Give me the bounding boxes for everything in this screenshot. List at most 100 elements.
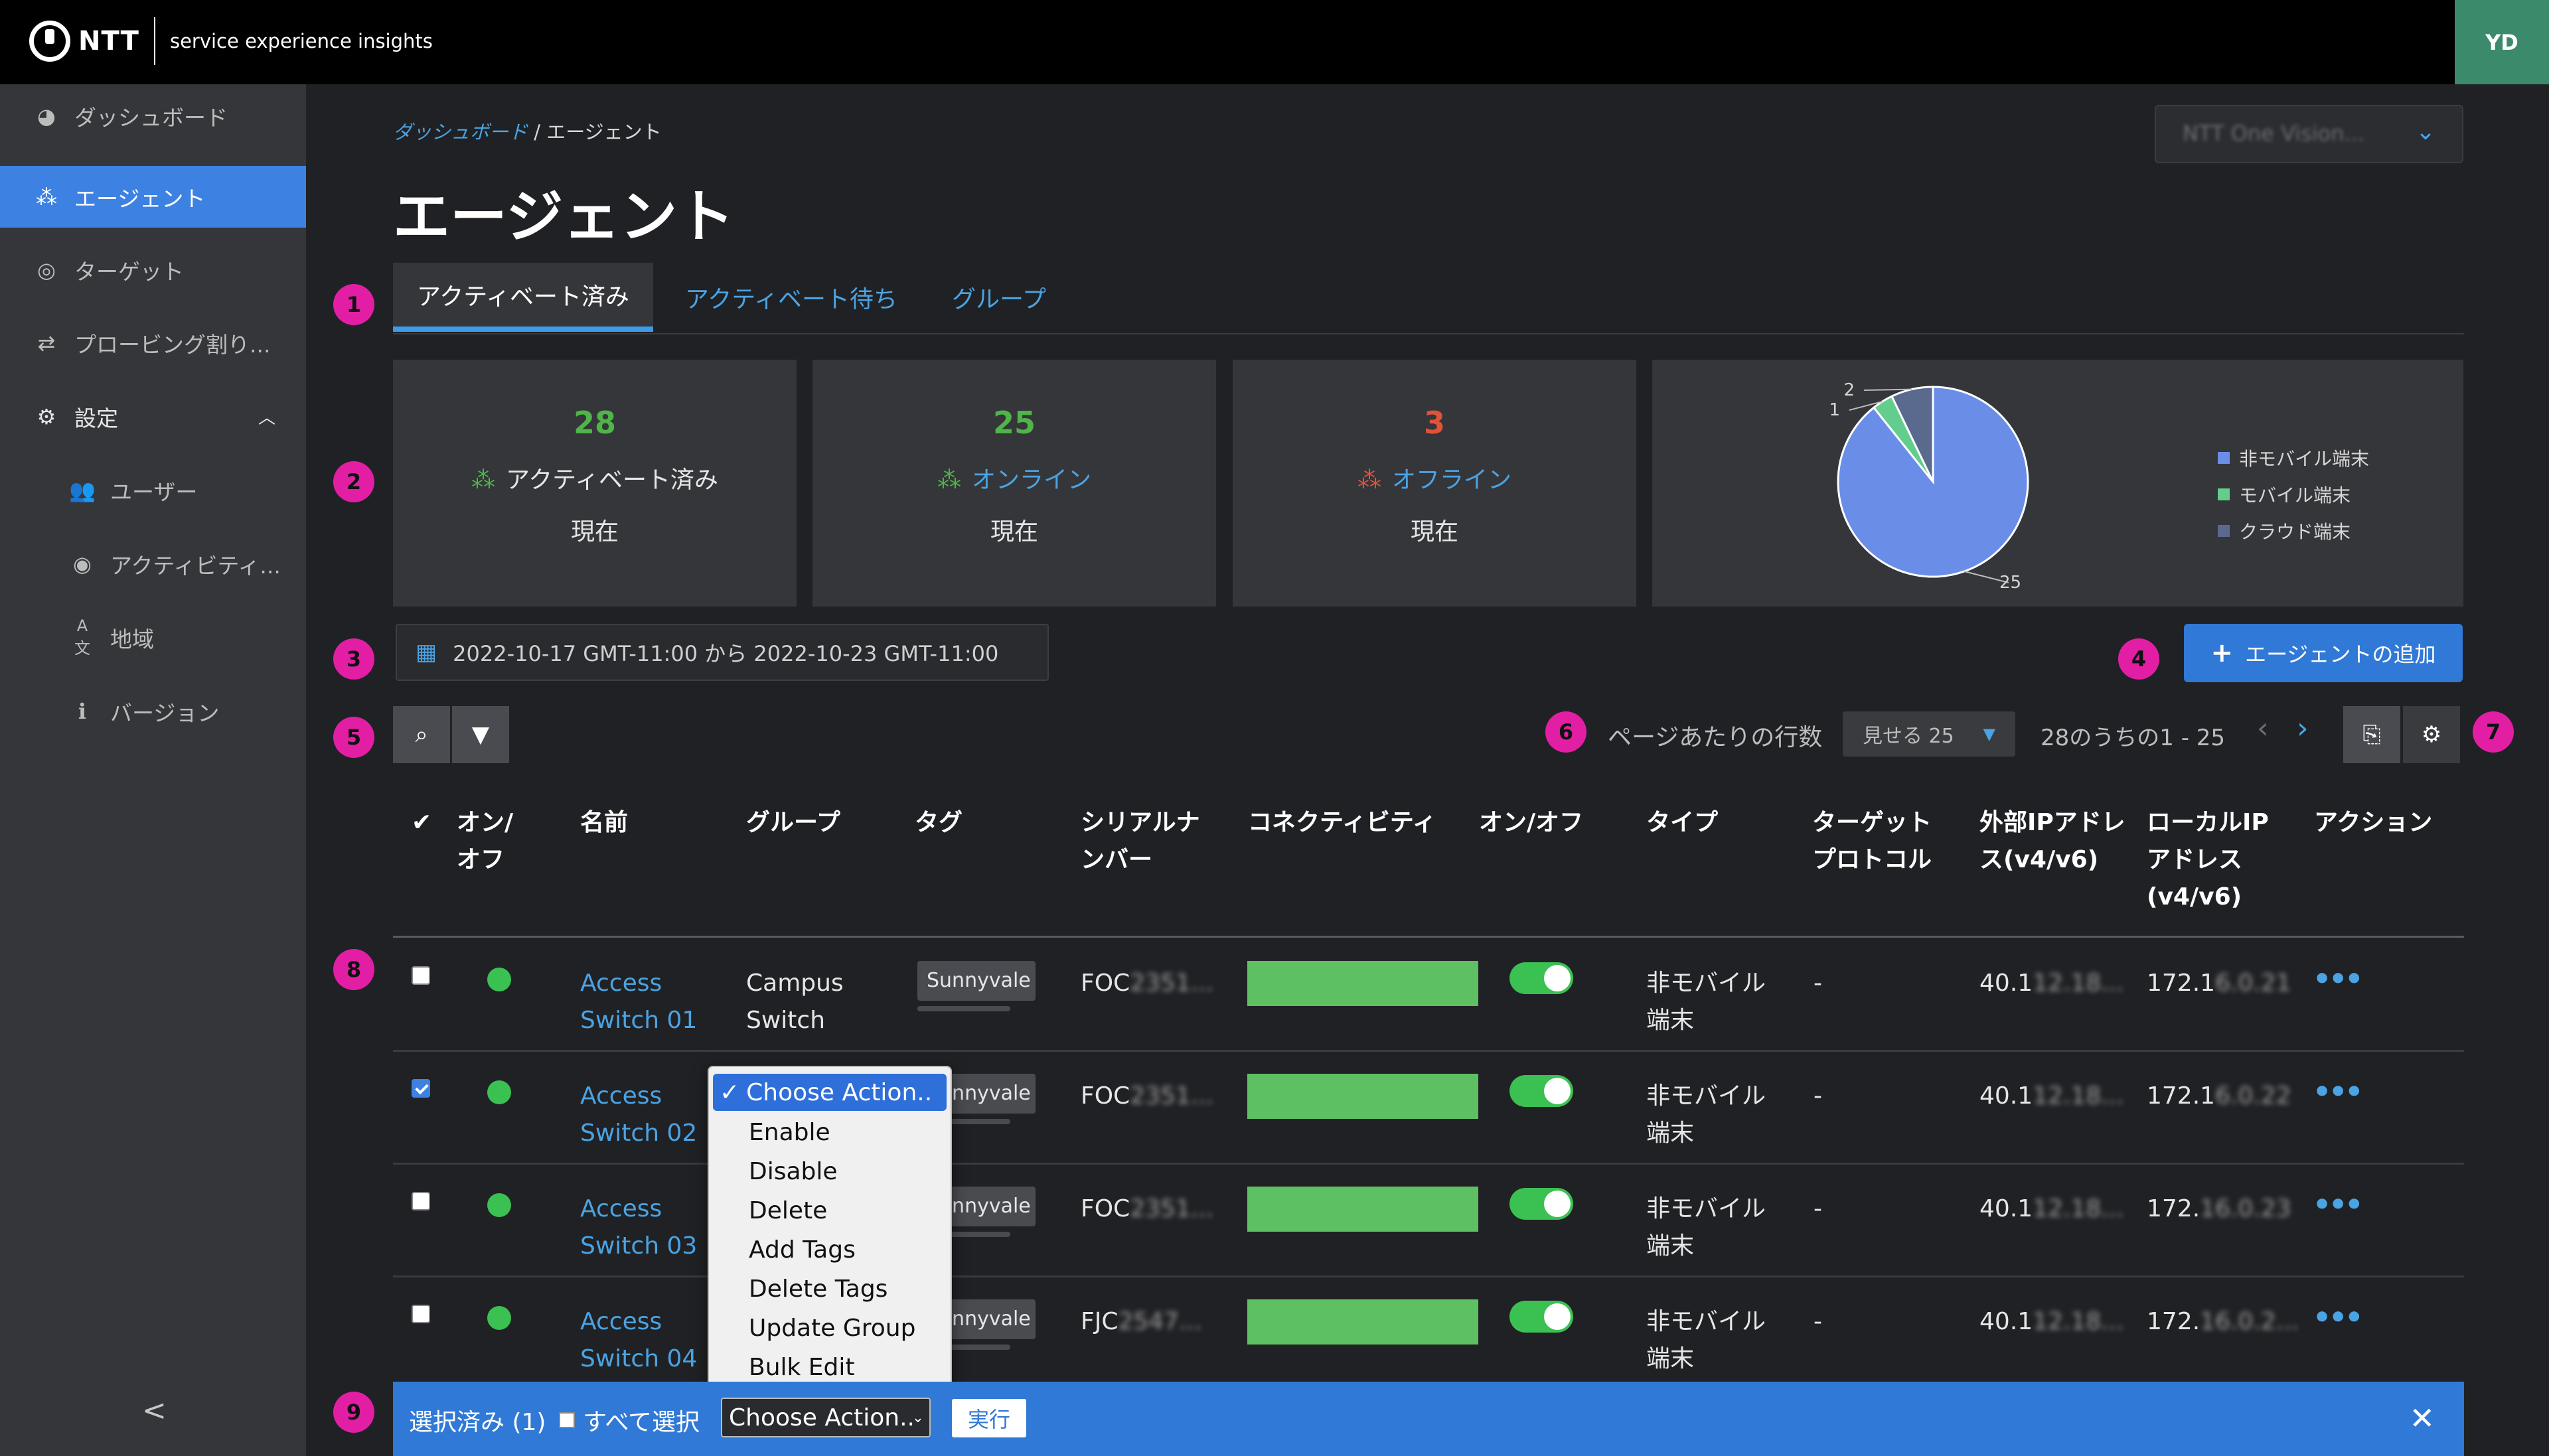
previous-page-button[interactable]: ‹ <box>2257 711 2269 745</box>
bulk-action-bar: 選択済み (1) すべて選択 Choose Action.. ⌄ 実行 ✕ <box>393 1382 2464 1456</box>
dropdown-option-update-group[interactable]: Update Group <box>713 1309 947 1347</box>
swap-arrows-icon: ⇄ <box>37 330 56 356</box>
sidebar-item-activity[interactable]: ◉ アクティビティ... <box>0 533 306 595</box>
more-actions-icon[interactable]: ••• <box>2313 962 2363 996</box>
online-label[interactable]: ⁂ オンライン <box>812 461 1216 495</box>
agent-name-link[interactable]: Access Switch 02 <box>580 1078 697 1152</box>
execute-button[interactable]: 実行 <box>952 1399 1026 1437</box>
more-actions-icon[interactable]: ••• <box>2313 1188 2363 1222</box>
tab-activated[interactable]: アクティベート済み <box>393 263 654 332</box>
agent-name-link[interactable]: Access Switch 04 <box>580 1303 697 1378</box>
ip-redacted: 16.0.23 <box>2200 1195 2291 1222</box>
sidebar-item-region[interactable]: A文 地域 <box>0 607 306 668</box>
sidebar-item-version[interactable]: ℹ バージョン <box>0 680 306 742</box>
dropdown-option-add-tags[interactable]: Add Tags <box>713 1231 947 1268</box>
header-actions: アクション <box>2314 809 2433 836</box>
more-actions-icon[interactable]: ••• <box>2313 1301 2363 1335</box>
breadcrumb-dashboard-link[interactable]: ダッシュボード <box>393 121 528 143</box>
rows-per-page-select[interactable]: 見せる 25 ▼ <box>1843 711 2015 757</box>
legend-item-cloud: クラウド端末 <box>2218 518 2351 544</box>
header-group[interactable]: グループ <box>746 804 840 841</box>
card-sub-text: 現在 <box>990 518 1038 546</box>
sidebar-item-dashboard[interactable]: ◕ ダッシュボード <box>0 85 306 147</box>
eye-icon: ◉ <box>73 551 92 577</box>
close-icon[interactable]: ✕ <box>2409 1400 2435 1436</box>
enable-toggle[interactable] <box>1509 1188 1573 1220</box>
tag-badge[interactable]: Sunnyvale L <box>917 961 1036 1001</box>
offline-label[interactable]: ⁂ オフライン <box>1233 461 1636 495</box>
sidebar-item-probing[interactable]: ⇄ プロービング割り... <box>0 312 306 374</box>
online-status-icon <box>487 1193 511 1217</box>
export-excel-button[interactable]: ⎘ <box>2343 706 2400 763</box>
group-line: Campus <box>746 970 844 997</box>
organization-select[interactable]: NTT One Vision... ⌄ <box>2155 105 2463 163</box>
dropdown-option-delete[interactable]: Delete <box>713 1192 947 1229</box>
ntt-logo[interactable]: NTT service experience insights <box>29 15 433 68</box>
agent-network-icon: ⁂ <box>471 467 495 494</box>
bulk-action-select[interactable]: Choose Action.. ⌄ <box>721 1398 931 1437</box>
enable-toggle[interactable] <box>1509 1301 1573 1333</box>
pie-data-label: 25 <box>1999 573 2021 593</box>
legend-item-mobile: モバイル端末 <box>2218 481 2351 508</box>
row-checkbox[interactable] <box>412 966 430 985</box>
card-sub-text: 現在 <box>570 518 619 546</box>
callout-marker: 7 <box>2473 711 2514 753</box>
agent-name-line: Switch 04 <box>580 1345 698 1372</box>
filter-button[interactable]: ▼ <box>452 706 509 763</box>
search-icon: ⌕ <box>415 721 428 748</box>
rows-per-page-label: ページあたりの行数 <box>1608 724 1823 751</box>
local-ip-cell: 172.16.0.2... <box>2147 1303 2299 1341</box>
dropdown-option-bulk-edit[interactable]: Bulk Edit <box>713 1348 947 1386</box>
select-all-checkbox[interactable] <box>559 1412 575 1428</box>
card-label-link[interactable]: オンライン <box>972 467 1091 494</box>
header-name[interactable]: 名前 <box>580 804 628 841</box>
agent-name-link[interactable]: Access Switch 03 <box>580 1191 697 1265</box>
header-serial-number[interactable]: シリアルナンバー <box>1081 804 1213 879</box>
sidebar-item-targets[interactable]: ◎ ターゲット <box>0 239 306 301</box>
card-label-link[interactable]: オフライン <box>1392 467 1511 494</box>
type-line: 非モバイル <box>1646 1082 1766 1110</box>
device-type-chart-card: 25 1 2 非モバイル端末 モバイル端末 クラウド端末 <box>1652 360 2463 607</box>
add-agent-button[interactable]: + エージェントの追加 <box>2184 624 2463 682</box>
agent-name-link[interactable]: Access Switch 01 <box>580 965 697 1039</box>
row-checkbox[interactable] <box>412 1192 430 1210</box>
connectivity-bar <box>1247 1187 1478 1232</box>
select-all-label: すべて選択 <box>583 1409 700 1436</box>
search-button[interactable]: ⌕ <box>393 706 450 763</box>
collapse-sidebar-button[interactable]: < <box>142 1394 167 1427</box>
enable-toggle[interactable] <box>1509 962 1573 994</box>
external-ip-cell: 40.112.18... <box>1979 1078 2124 1115</box>
row-checkbox[interactable] <box>412 1079 430 1098</box>
user-avatar[interactable]: YD <box>2455 0 2549 84</box>
option-label: Choose Action.. <box>746 1078 933 1106</box>
header-select-all[interactable]: ✔ <box>412 804 431 841</box>
enable-toggle[interactable] <box>1509 1075 1573 1107</box>
more-actions-icon[interactable]: ••• <box>2313 1075 2363 1109</box>
date-range-picker[interactable]: ▦ 2022-10-17 GMT-11:00 から 2022-10-23 GMT… <box>396 624 1049 681</box>
next-page-button[interactable]: › <box>2297 711 2309 745</box>
sidebar-item-users[interactable]: 👥 ユーザー <box>0 459 306 521</box>
sidebar-item-label: ダッシュボード <box>74 104 228 131</box>
tab-pending-activation[interactable]: アクティベート待ち <box>685 263 897 332</box>
dropdown-option-delete-tags[interactable]: Delete Tags <box>713 1270 947 1307</box>
sidebar-item-settings[interactable]: ⚙ 設定 ︿ <box>0 386 306 447</box>
pie-data-label: 1 <box>1829 400 1840 420</box>
serial-redacted: 2351... <box>1130 1195 1214 1222</box>
summary-card-online: 25 ⁂ オンライン 現在 <box>812 360 1216 607</box>
dropdown-option-disable[interactable]: Disable <box>713 1153 947 1190</box>
ip-redacted: 16.0.2... <box>2200 1308 2299 1335</box>
header-type[interactable]: タイプ <box>1646 804 1718 841</box>
dropdown-option-choose-action[interactable]: ✓ Choose Action.. <box>713 1074 947 1111</box>
sidebar-item-agents[interactable]: ⁂ エージェント <box>0 166 306 228</box>
selected-count-label: 選択済み (1) <box>409 1409 546 1436</box>
header-tags: タグ <box>915 809 963 836</box>
row-checkbox[interactable] <box>412 1305 430 1323</box>
select-all-control[interactable]: すべて選択 <box>559 1403 700 1437</box>
agent-network-icon: ⁂ <box>36 184 57 210</box>
table-settings-button[interactable]: ⚙ <box>2403 706 2460 763</box>
chevron-down-icon: ⌄ <box>911 1409 924 1426</box>
dropdown-option-enable[interactable]: Enable <box>713 1114 947 1151</box>
tab-groups[interactable]: グループ <box>952 263 1046 332</box>
type-cell: 非モバイル 端末 <box>1646 1303 1766 1378</box>
agent-name-line: Access <box>580 1308 662 1335</box>
